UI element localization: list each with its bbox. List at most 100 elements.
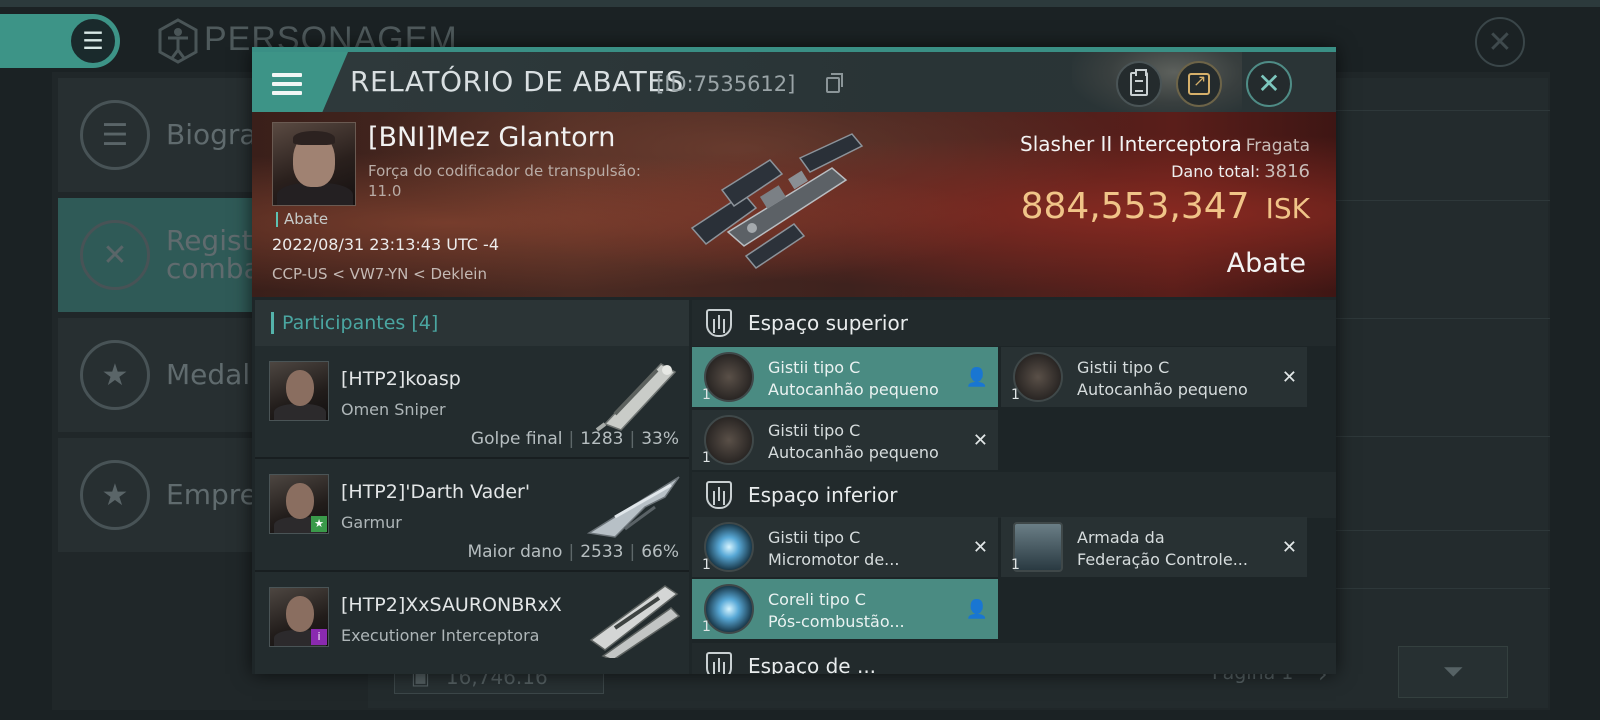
participant-row[interactable]: ★ [HTP2]'Darth Vader' Garmur Maior dano |… [255, 459, 689, 572]
ship-name-text: Slasher II Interceptora [1020, 132, 1242, 156]
destroyed-x-icon: ✕ [1281, 537, 1297, 558]
module-quantity: 1 [702, 619, 711, 635]
dropped-person-icon: 👤 [965, 367, 988, 388]
afterburner-icon [704, 584, 754, 634]
sidebar-item-label: Biogra [166, 118, 257, 151]
total-damage: Dano total: 3816 [1171, 161, 1310, 182]
slot-shield-icon [706, 652, 732, 674]
module-item[interactable]: 1 Coreli tipo C Pós-combustão... 👤 [692, 579, 998, 639]
victim-warp-strength: Força do codificador de transpulsão: 11.… [368, 162, 641, 200]
autocannon-icon [704, 352, 754, 402]
main-menu-button[interactable]: ☰ [68, 16, 118, 66]
low-slot-header: Espaço inferior [692, 472, 1336, 518]
destroyed-x-icon: ✕ [972, 430, 988, 451]
isk-unit: ISK [1265, 192, 1310, 225]
participant-damage: 2533 [580, 542, 624, 562]
participant-row[interactable]: [HTP2]koasp Omen Sniper Golpe final | 1283… [255, 346, 689, 459]
participant-ship: Garmur [341, 513, 402, 532]
participant-ship-image [585, 467, 685, 545]
victim-banner: [BNI]Mez Glantorn Força do codificador d… [252, 112, 1336, 297]
filter-button[interactable]: ⏷ [1398, 646, 1508, 698]
ship-class: Fragata [1245, 136, 1310, 156]
close-icon: ✕ [1257, 67, 1281, 100]
participant-percent: 66% [641, 542, 679, 562]
participant-percent: 33% [641, 429, 679, 449]
total-damage-label: Dano total: [1171, 162, 1261, 181]
participant-ship: Executioner Interceptora [341, 626, 540, 645]
slot-shield-icon [706, 481, 732, 509]
module-item[interactable]: 1 Gistii tipo C Autocanhão pequeno 👤 [692, 347, 998, 407]
hamburger-icon: ☰ [82, 27, 104, 55]
report-id: [ID:7535612] [656, 72, 796, 96]
participant-role: Maior dano [467, 542, 563, 562]
participants-header: Participantes [4] [255, 300, 689, 346]
participant-name: [HTP2]'Darth Vader' [341, 481, 531, 503]
module-name: Gistii tipo C Autocanhão pequeno [1077, 358, 1248, 399]
participant-avatar[interactable]: ★ [269, 474, 329, 534]
module-quantity: 1 [702, 387, 711, 403]
filter-icon: ⏷ [1442, 656, 1464, 687]
slot-title: Espaço inferior [748, 483, 898, 507]
copy-icon[interactable] [826, 73, 843, 93]
participants-panel: Participantes [4] [HTP2]koasp Omen Snipe… [255, 300, 689, 674]
next-slot-header: Espaço de ... [692, 643, 1336, 674]
info-badge-icon: i [311, 629, 327, 645]
module-name: Gistii tipo C Micromotor de... [768, 528, 900, 569]
isk-value: 884,553,347 ISK [1021, 186, 1310, 227]
kill-type: Abate [1226, 248, 1306, 279]
total-damage-value: 3816 [1264, 161, 1310, 182]
crossed-swords-icon: ✕ [80, 220, 150, 290]
share-button[interactable] [1176, 61, 1222, 107]
list-icon: ☰ [80, 100, 150, 170]
module-item[interactable]: 1 Gistii tipo C Micromotor de... ✕ [692, 517, 998, 577]
participant-ship-image [585, 580, 685, 661]
module-quantity: 1 [1011, 387, 1020, 403]
module-name: Armada da Federação Controle... [1077, 528, 1248, 569]
kill-tag: Abate [276, 212, 328, 227]
page-close-button[interactable]: ✕ [1475, 17, 1525, 67]
star-badge-icon: ★ [80, 340, 150, 410]
participant-name: [HTP2]XxSAURONBRxX [341, 594, 562, 616]
participant-stats: Maior dano | 2533 | 66% [467, 542, 679, 562]
slot-title: Espaço superior [748, 311, 908, 335]
module-item[interactable]: 1 Armada da Federação Controle... ✕ [1001, 517, 1307, 577]
control-module-icon [1013, 522, 1063, 572]
star-badge-icon: ★ [311, 516, 327, 532]
micro-engine-icon [704, 522, 754, 572]
character-icon [158, 18, 198, 64]
destroyed-x-icon: ✕ [972, 537, 988, 558]
victim-name[interactable]: [BNI]Mez Glantorn [368, 122, 615, 153]
kill-location[interactable]: CCP-US < VW7-YN < Deklein [272, 265, 487, 283]
dialog-header: RELATÓRIO DE ABATES [ID:7535612] ✕ [252, 47, 1336, 120]
close-icon: ✕ [1487, 24, 1513, 60]
external-link-icon [1188, 71, 1210, 95]
participant-avatar[interactable] [269, 361, 329, 421]
victim-ship-image[interactable] [682, 128, 892, 278]
module-item[interactable]: 1 Gistii tipo C Autocanhão pequeno ✕ [1001, 347, 1307, 407]
victim-ship-name[interactable]: Slasher II Interceptora Fragata [1020, 132, 1310, 156]
clipboard-button[interactable] [1116, 61, 1162, 107]
participant-row[interactable]: i [HTP2]XxSAURONBRxX Executioner Interce… [255, 572, 689, 674]
participant-ship-image [585, 354, 685, 432]
participant-stats: Golpe final | 1283 | 33% [470, 429, 679, 449]
close-button[interactable]: ✕ [1246, 61, 1292, 107]
sidebar-item-label: Registr combat [166, 224, 272, 285]
dialog-title: RELATÓRIO DE ABATES [350, 65, 684, 98]
dialog-menu-button[interactable] [252, 52, 348, 115]
participant-name: [HTP2]koasp [341, 368, 461, 390]
participants-title: Participantes [4] [282, 312, 439, 334]
module-item[interactable]: 1 Gistii tipo C Autocanhão pequeno ✕ [692, 410, 998, 470]
destroyed-x-icon: ✕ [1281, 367, 1297, 388]
autocannon-icon [1013, 352, 1063, 402]
isk-amount: 884,553,347 [1020, 186, 1250, 227]
clipboard-icon [1130, 69, 1148, 96]
top-bar [0, 0, 1600, 7]
victim-portrait[interactable] [272, 122, 356, 206]
participant-damage: 1283 [580, 429, 624, 449]
participant-avatar[interactable]: i [269, 587, 329, 647]
fitting-panel: Espaço superior 1 Gistii tipo C Autocanhã… [692, 300, 1336, 674]
module-name: Gistii tipo C Autocanhão pequeno [768, 358, 939, 399]
participant-ship: Omen Sniper [341, 400, 446, 419]
module-name: Gistii tipo C Autocanhão pequeno [768, 421, 939, 462]
kill-timestamp: 2022/08/31 23:13:43 UTC -4 [272, 235, 500, 254]
